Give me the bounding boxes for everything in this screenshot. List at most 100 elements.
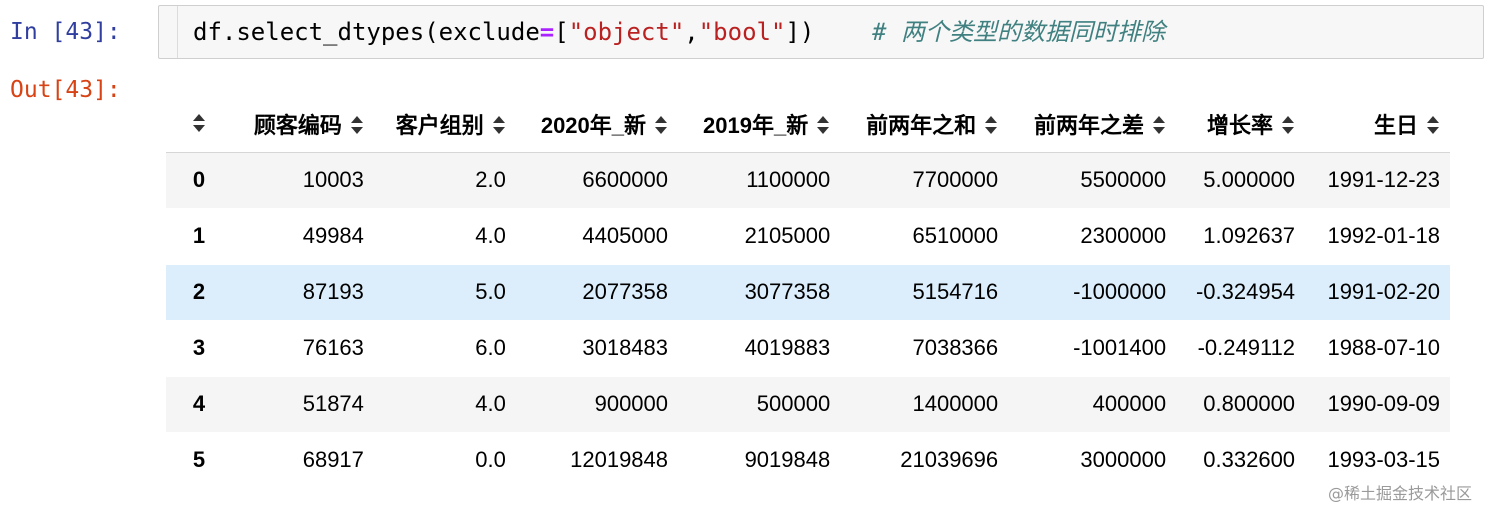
table-cell: 10003 (232, 152, 374, 209)
table-cell: 1992-01-18 (1305, 208, 1450, 265)
table-cell: 6.0 (373, 320, 516, 377)
column-header-label: 2020年_新 (540, 112, 647, 138)
table-cell: 1100000 (678, 152, 841, 209)
table-cell: 1.092637 (1176, 208, 1306, 265)
table-cell: 0.332600 (1176, 432, 1306, 489)
column-header-label: 生日 (1373, 112, 1418, 138)
column-header[interactable]: 顾客编码 (232, 96, 374, 153)
table-cell: 5500000 (1008, 152, 1177, 209)
table-cell: 5.000000 (1176, 152, 1306, 209)
table-cell: 87193 (232, 264, 374, 321)
table-cell: 12019848 (515, 432, 679, 489)
code-token-str: "object" (568, 18, 685, 46)
code-input-area[interactable]: df.select_dtypes(exclude=["object","bool… (158, 5, 1484, 59)
table-cell: 900000 (515, 376, 679, 433)
table-cell: 5.0 (373, 264, 516, 321)
table-cell: 1988-07-10 (1305, 320, 1450, 377)
column-header-label: 客户组别 (395, 112, 484, 138)
code-token-plain: [ (554, 18, 569, 46)
table-cell: 49984 (232, 208, 374, 265)
column-header[interactable]: 客户组别 (373, 96, 516, 153)
output-prompt: Out[43]: (10, 77, 121, 103)
code-token-str: "bool" (698, 18, 786, 46)
column-header[interactable]: 2019年_新 (678, 96, 841, 153)
column-header[interactable]: 前两年之差 (1008, 96, 1177, 153)
code-token-plain: df.select_dtypes(exclude (193, 18, 540, 46)
watermark: @稀土掘金技术社区 (1327, 484, 1472, 503)
table-cell: 6510000 (840, 208, 1009, 265)
column-header-label: 增长率 (1207, 112, 1274, 138)
code-token-plain: ]) (785, 18, 815, 46)
column-header-label: 顾客编码 (253, 112, 342, 138)
table-cell: 76163 (232, 320, 374, 377)
column-header[interactable]: 生日 (1305, 96, 1450, 153)
table-cell: 4.0 (373, 376, 516, 433)
input-prompt: In [43]: (10, 19, 121, 45)
sort-arrows-icon[interactable] (350, 114, 364, 136)
table-cell: 2105000 (678, 208, 841, 265)
table-cell: 1991-02-20 (1305, 264, 1450, 321)
table-cell: 500000 (678, 376, 841, 433)
table-cell: -0.324954 (1176, 264, 1306, 321)
table-cell: -0.249112 (1176, 320, 1306, 377)
table-header-row: 顾客编码 客户组别 2020年_新 2019年_新 前两年之和 前两年之差 增长率 生日 (166, 96, 1450, 153)
table-cell: 4019883 (678, 320, 841, 377)
table-cell: 6600000 (515, 152, 679, 209)
column-header[interactable]: 2020年_新 (515, 96, 679, 153)
code-token-plain: , (684, 18, 699, 46)
table-cell: 1991-12-23 (1305, 152, 1450, 209)
column-header-label: 前两年之和 (866, 112, 977, 138)
sort-arrows-icon[interactable] (1281, 114, 1295, 136)
row-index: 2 (166, 264, 232, 321)
sort-arrows-icon[interactable] (654, 114, 668, 136)
code-line[interactable]: df.select_dtypes(exclude=["object","bool… (193, 14, 1165, 50)
table-cell: 68917 (232, 432, 374, 489)
column-header[interactable]: 增长率 (1176, 96, 1306, 153)
row-index: 4 (166, 376, 232, 433)
table-row[interactable]: 4 51874 4.0 900000 500000 1400000 400000 0.8000… (166, 376, 1450, 433)
table-cell: 21039696 (840, 432, 1009, 489)
table-cell: 1990-09-09 (1305, 376, 1450, 433)
sort-arrows-icon[interactable] (492, 114, 506, 136)
table-cell: 3018483 (515, 320, 679, 377)
table-cell: 51874 (232, 376, 374, 433)
table-cell: 4405000 (515, 208, 679, 265)
table-row[interactable]: 2 87193 5.0 2077358 3077358 5154716 -1000000 -0… (166, 264, 1450, 321)
table-row[interactable]: 1 49984 4.0 4405000 2105000 6510000 2300000 1.0… (166, 208, 1450, 265)
column-header[interactable]: 前两年之和 (840, 96, 1009, 153)
table-cell: 5154716 (840, 264, 1009, 321)
table-cell: 2077358 (515, 264, 679, 321)
row-index: 0 (166, 152, 232, 209)
code-token-comment: # 两个类型的数据同时排除 (872, 18, 1166, 46)
table-cell: 2300000 (1008, 208, 1177, 265)
sort-arrows-icon[interactable] (192, 112, 206, 134)
sort-arrows-icon[interactable] (1426, 114, 1440, 136)
table-cell: 7038366 (840, 320, 1009, 377)
code-token-op: = (539, 18, 555, 46)
table-cell: 9019848 (678, 432, 841, 489)
sort-arrows-icon[interactable] (1152, 114, 1166, 136)
table-row[interactable]: 3 76163 6.0 3018483 4019883 7038366 -1001400 -0… (166, 320, 1450, 377)
row-index: 1 (166, 208, 232, 265)
table-cell: 0.800000 (1176, 376, 1306, 433)
row-index: 3 (166, 320, 232, 377)
table-row[interactable]: 0 10003 2.0 6600000 1100000 7700000 5500000 5.0… (166, 152, 1450, 209)
table-body: 0 10003 2.0 6600000 1100000 7700000 5500000 5.0… (166, 152, 1450, 489)
table-cell: 3077358 (678, 264, 841, 321)
table-row[interactable]: 5 68917 0.0 12019848 9019848 21039696 3000000 0… (166, 432, 1450, 489)
column-header-label: 2019年_新 (703, 112, 809, 138)
row-index: 5 (166, 432, 232, 489)
sort-arrows-icon[interactable] (984, 114, 998, 136)
table-cell: 3000000 (1008, 432, 1177, 489)
table-cell: 0.0 (373, 432, 516, 489)
table-cell: 7700000 (840, 152, 1009, 209)
table-cell: 1400000 (840, 376, 1009, 433)
index-header[interactable] (166, 96, 232, 153)
dataframe-table: 顾客编码 客户组别 2020年_新 2019年_新 前两年之和 前两年之差 增长率 生日 01… (166, 96, 1450, 489)
table-cell: -1001400 (1008, 320, 1177, 377)
table-cell: -1000000 (1008, 264, 1177, 321)
table-cell: 400000 (1008, 376, 1177, 433)
sort-arrows-icon[interactable] (816, 114, 830, 136)
table-cell: 4.0 (373, 208, 516, 265)
